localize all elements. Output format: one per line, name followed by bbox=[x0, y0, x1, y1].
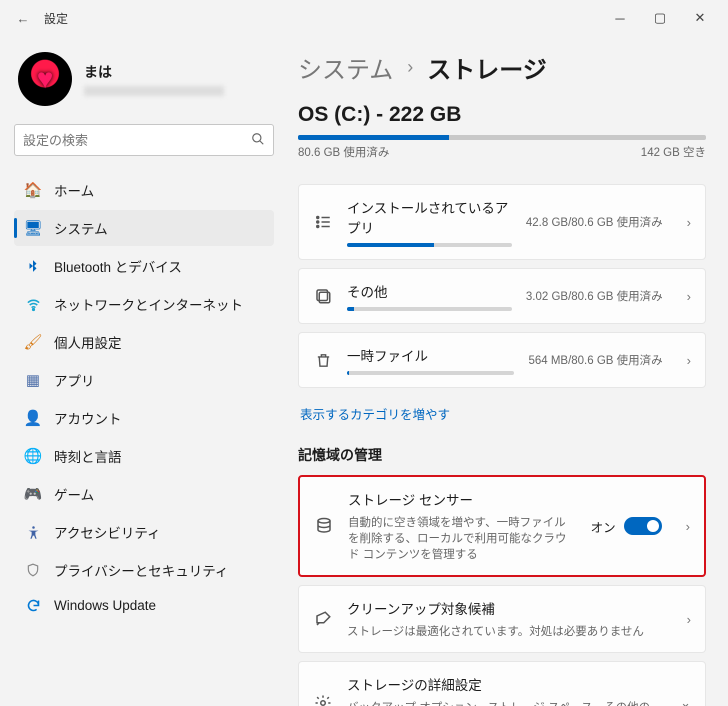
titlebar: ← 設定 ─ ▢ ✕ bbox=[0, 0, 728, 36]
wifi-icon bbox=[24, 297, 42, 312]
chevron-right-icon: › bbox=[687, 612, 691, 627]
maximize-button[interactable]: ▢ bbox=[640, 3, 680, 33]
folder-icon bbox=[313, 287, 333, 305]
sidebar: ♥ まは 🏠ホーム 🖥システム Bluetooth とデバイス ネットワークとイ… bbox=[0, 36, 280, 706]
drive-usage-bar bbox=[298, 135, 706, 140]
nav-personalization[interactable]: 🖌個人用設定 bbox=[14, 324, 274, 360]
main-content: システム › ストレージ OS (C:) - 222 GB 80.6 GB 使用… bbox=[280, 36, 728, 706]
chevron-right-icon: › bbox=[686, 519, 690, 534]
storage-sense-card[interactable]: ストレージ センサー 自動的に空き領域を増やす、一時ファイルを削除する、ローカル… bbox=[298, 475, 706, 577]
category-temp-files[interactable]: 一時ファイル 564 MB/80.6 GB 使用済み › bbox=[298, 332, 706, 388]
cleanup-recommendations-card[interactable]: クリーンアップ対象候補 ストレージは最適化されています。対処は必要ありません › bbox=[298, 585, 706, 653]
brush-icon: 🖌 bbox=[24, 333, 42, 351]
shield-icon bbox=[24, 563, 42, 577]
person-icon: 👤 bbox=[24, 409, 42, 427]
breadcrumb-current: ストレージ bbox=[427, 50, 547, 85]
category-bar bbox=[347, 371, 514, 375]
advanced-storage-card[interactable]: ストレージの詳細設定 バックアップ オプション、ストレージ スペース、その他のデ… bbox=[298, 661, 706, 706]
category-usage: 3.02 GB/80.6 GB 使用済み bbox=[526, 288, 663, 304]
category-other[interactable]: その他 3.02 GB/80.6 GB 使用済み › bbox=[298, 268, 706, 324]
gamepad-icon: 🎮 bbox=[24, 485, 42, 503]
drive-used-label: 80.6 GB 使用済み bbox=[298, 144, 389, 160]
search-icon bbox=[251, 132, 265, 149]
bluetooth-icon bbox=[24, 259, 42, 273]
drive-usage-fill bbox=[298, 135, 449, 140]
user-name: まは bbox=[84, 62, 224, 82]
category-installed-apps[interactable]: インストールされているアプリ 42.8 GB/80.6 GB 使用済み › bbox=[298, 184, 706, 260]
chevron-right-icon: › bbox=[687, 289, 691, 304]
system-icon: 🖥 bbox=[24, 219, 42, 237]
gear-icon bbox=[313, 694, 333, 706]
show-more-categories-link[interactable]: 表示するカテゴリを増やす bbox=[300, 404, 450, 423]
drive-free-label: 142 GB 空き bbox=[641, 144, 706, 160]
cleanup-title: クリーンアップ対象候補 bbox=[347, 598, 663, 618]
storage-sense-desc: 自動的に空き領域を増やす、一時ファイルを削除する、ローカルで利用可能なクラウド … bbox=[348, 515, 577, 563]
storage-sense-title: ストレージ センサー bbox=[348, 489, 577, 509]
search-box[interactable] bbox=[14, 124, 274, 156]
storage-sense-toggle[interactable] bbox=[624, 517, 662, 535]
nav-gaming[interactable]: 🎮ゲーム bbox=[14, 476, 274, 512]
database-icon bbox=[314, 517, 334, 535]
advanced-desc: バックアップ オプション、ストレージ スペース、その他のディスクおよびボリューム bbox=[347, 700, 656, 706]
category-title: その他 bbox=[347, 281, 512, 301]
cleanup-desc: ストレージは最適化されています。対処は必要ありません bbox=[347, 624, 663, 640]
profile[interactable]: ♥ まは bbox=[18, 52, 270, 106]
nav-home[interactable]: 🏠ホーム bbox=[14, 172, 274, 208]
nav-accounts[interactable]: 👤アカウント bbox=[14, 400, 274, 436]
chevron-right-icon: › bbox=[687, 215, 691, 230]
nav-time-language[interactable]: 🌐時刻と言語 bbox=[14, 438, 274, 474]
category-usage: 564 MB/80.6 GB 使用済み bbox=[528, 352, 662, 368]
search-input[interactable] bbox=[23, 133, 251, 148]
minimize-button[interactable]: ─ bbox=[600, 3, 640, 33]
storage-management-header: 記憶域の管理 bbox=[298, 445, 706, 465]
close-button[interactable]: ✕ bbox=[680, 3, 720, 33]
nav-system[interactable]: 🖥システム bbox=[14, 210, 274, 246]
chevron-down-icon: ⌄ bbox=[680, 695, 691, 706]
chevron-right-icon: › bbox=[687, 353, 691, 368]
category-bar bbox=[347, 243, 512, 247]
apps-icon: ▦ bbox=[24, 371, 42, 389]
nav-apps[interactable]: ▦アプリ bbox=[14, 362, 274, 398]
breadcrumb-parent[interactable]: システム bbox=[298, 50, 393, 85]
category-title: インストールされているアプリ bbox=[347, 197, 512, 237]
trash-icon bbox=[313, 352, 333, 369]
globe-clock-icon: 🌐 bbox=[24, 447, 42, 465]
breadcrumb: システム › ストレージ bbox=[298, 50, 706, 85]
category-usage: 42.8 GB/80.6 GB 使用済み bbox=[526, 214, 663, 230]
nav: 🏠ホーム 🖥システム Bluetooth とデバイス ネットワークとインターネッ… bbox=[14, 172, 274, 621]
nav-network[interactable]: ネットワークとインターネット bbox=[14, 286, 274, 322]
toggle-label: オン bbox=[591, 517, 616, 536]
user-email-redacted bbox=[84, 86, 224, 96]
drive-title: OS (C:) - 222 GB bbox=[298, 103, 706, 127]
advanced-title: ストレージの詳細設定 bbox=[347, 674, 656, 694]
nav-windows-update[interactable]: Windows Update bbox=[14, 590, 274, 621]
nav-accessibility[interactable]: アクセシビリティ bbox=[14, 514, 274, 550]
accessibility-icon bbox=[24, 525, 42, 540]
back-button[interactable]: ← bbox=[8, 11, 38, 26]
home-icon: 🏠 bbox=[24, 181, 42, 199]
update-icon bbox=[24, 598, 42, 613]
category-bar bbox=[347, 307, 512, 311]
window-title: 設定 bbox=[44, 10, 68, 27]
avatar: ♥ bbox=[18, 52, 72, 106]
apps-list-icon bbox=[313, 213, 333, 231]
nav-privacy[interactable]: プライバシーとセキュリティ bbox=[14, 552, 274, 588]
category-title: 一時ファイル bbox=[347, 345, 514, 365]
chevron-right-icon: › bbox=[407, 57, 413, 78]
nav-bluetooth[interactable]: Bluetooth とデバイス bbox=[14, 248, 274, 284]
broom-icon bbox=[313, 610, 333, 628]
